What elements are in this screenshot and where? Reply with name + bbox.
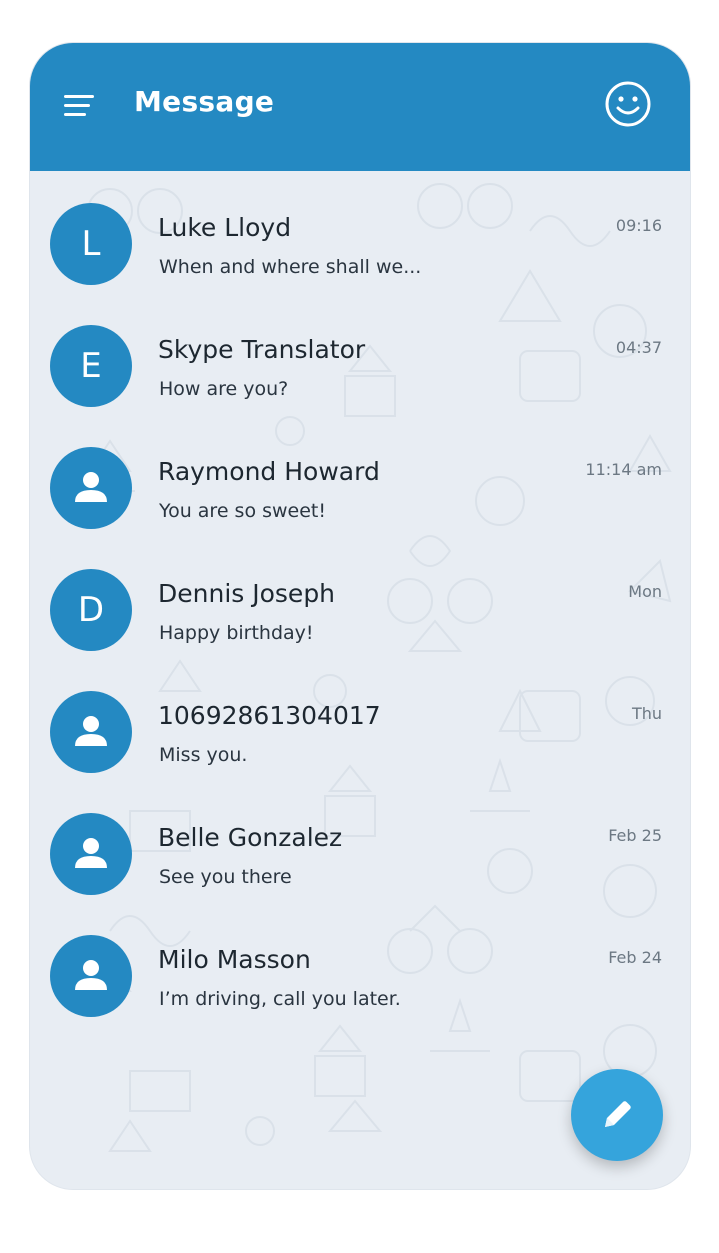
- message-preview: I’m driving, call you later.: [159, 988, 401, 1010]
- contact-name: Belle Gonzalez: [158, 823, 343, 852]
- avatar: [50, 447, 132, 529]
- person-icon: [75, 838, 107, 868]
- phone-frame: Message L Luke Lloyd When and where shal…: [29, 42, 691, 1190]
- page-title: Message: [134, 85, 275, 118]
- conversation-item[interactable]: L Luke Lloyd When and where shall we... …: [30, 171, 690, 293]
- message-time: Feb 24: [608, 948, 662, 967]
- pencil-compose-icon: [605, 1101, 631, 1127]
- avatar: L: [50, 203, 132, 285]
- smiley-face-icon[interactable]: [603, 79, 653, 129]
- person-icon: [75, 960, 107, 990]
- conversation-item[interactable]: D Dennis Joseph Happy birthday! Mon: [30, 537, 690, 659]
- contact-name: Luke Lloyd: [158, 213, 292, 242]
- avatar: [50, 813, 132, 895]
- message-time: Feb 25: [608, 826, 662, 845]
- message-preview: Happy birthday!: [159, 622, 314, 644]
- message-time: Thu: [631, 704, 662, 723]
- message-preview: When and where shall we...: [159, 256, 422, 278]
- contact-name: Dennis Joseph: [158, 579, 336, 608]
- contact-name: Raymond Howard: [158, 457, 380, 486]
- message-preview: How are you?: [159, 378, 289, 400]
- contact-name: Skype Translator: [158, 335, 366, 364]
- contact-name: Milo Masson: [158, 945, 311, 974]
- message-time: 11:14 am: [585, 460, 662, 479]
- message-preview: You are so sweet!: [159, 500, 327, 522]
- hamburger-menu-icon[interactable]: [60, 87, 96, 123]
- person-icon: [75, 716, 107, 746]
- person-icon: [75, 472, 107, 502]
- avatar: [50, 691, 132, 773]
- avatar: E: [50, 325, 132, 407]
- message-preview: See you there: [159, 866, 292, 888]
- message-time: 04:37: [615, 338, 662, 357]
- compose-button[interactable]: [571, 1069, 663, 1161]
- conversation-item[interactable]: Belle Gonzalez See you there Feb 25: [30, 781, 690, 903]
- avatar: D: [50, 569, 132, 651]
- message-preview: Miss you.: [159, 744, 248, 766]
- contact-name: 10692861304017: [158, 701, 381, 730]
- conversation-item[interactable]: Milo Masson I’m driving, call you later.…: [30, 903, 690, 1025]
- avatar: [50, 935, 132, 1017]
- app-header: Message: [30, 43, 690, 171]
- conversation-item[interactable]: E Skype Translator How are you? 04:37: [30, 293, 690, 415]
- conversation-item[interactable]: 10692861304017 Miss you. Thu: [30, 659, 690, 781]
- conversation-item[interactable]: Raymond Howard You are so sweet! 11:14 a…: [30, 415, 690, 537]
- message-time: 09:16: [615, 216, 662, 235]
- message-time: Mon: [628, 582, 662, 601]
